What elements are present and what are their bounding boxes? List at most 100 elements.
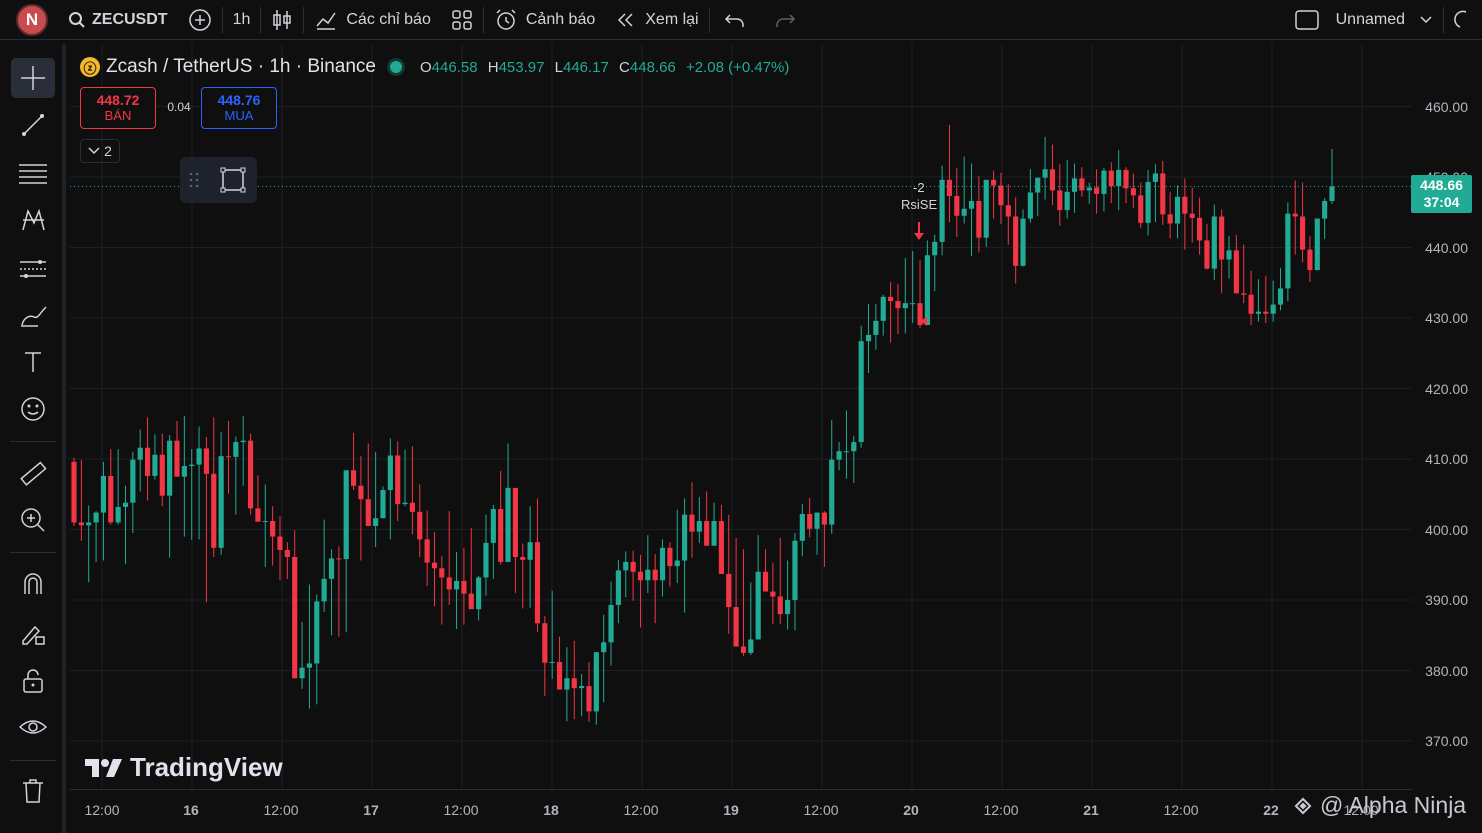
candlestick-chart[interactable] — [70, 44, 1412, 789]
indicators-button[interactable]: Các chỉ báo — [304, 0, 441, 40]
candle-body — [1189, 213, 1195, 218]
last-price-value: 448.66 — [1420, 177, 1463, 193]
price-axis[interactable]: 460.00 450.00 440.00 430.00 420.00 410.0… — [1412, 44, 1482, 789]
user-avatar[interactable]: N — [16, 3, 48, 36]
candle-body — [829, 459, 835, 525]
candle — [189, 449, 195, 541]
candle-body — [203, 448, 209, 474]
tradingview-logo[interactable]: TradingView — [84, 752, 283, 783]
candle-body — [696, 521, 702, 532]
chart-type-button[interactable] — [261, 0, 303, 40]
hide-drawings-tool[interactable] — [11, 707, 55, 747]
candle — [1204, 224, 1210, 270]
alerts-button[interactable]: Cảnh báo — [484, 0, 605, 40]
candle — [895, 284, 901, 335]
emoji-tool[interactable] — [11, 389, 55, 429]
candle — [961, 156, 967, 224]
candle — [1189, 187, 1195, 243]
candle — [1270, 280, 1276, 322]
candle — [991, 170, 997, 219]
legend-title[interactable]: Zcash / TetherUS · 1h · Binance — [106, 56, 376, 78]
replay-button[interactable]: Xem lại — [605, 0, 708, 40]
candle-body — [1219, 216, 1225, 260]
candle — [1057, 164, 1063, 226]
undo-button[interactable] — [710, 0, 760, 40]
candle-body — [843, 451, 850, 453]
candle-body — [1270, 304, 1276, 314]
lock-all-tool[interactable] — [11, 661, 55, 701]
candle — [247, 433, 254, 515]
candle-body — [1299, 216, 1306, 250]
candle — [1064, 160, 1070, 219]
candle-body — [1086, 187, 1092, 191]
symbol-search-button[interactable]: ZECUSDT — [58, 0, 178, 40]
magnet-tool[interactable] — [11, 564, 55, 604]
chart-pane[interactable] — [70, 44, 1412, 789]
sell-label: BÁN — [104, 108, 132, 123]
bar-countdown: 37:04 — [1423, 194, 1460, 210]
brush-tool[interactable] — [11, 295, 55, 335]
measure-tool[interactable] — [11, 454, 55, 494]
candle — [431, 532, 438, 607]
interval-button[interactable]: 1h — [223, 0, 261, 40]
partial-search-icon — [1454, 10, 1467, 28]
redo-button[interactable] — [760, 0, 810, 40]
candle-body — [991, 179, 997, 186]
compare-symbol-button[interactable] — [178, 0, 222, 40]
candle-body — [1094, 187, 1100, 194]
indicators-label: Các chỉ báo — [346, 10, 431, 28]
candle-body — [1277, 288, 1284, 305]
candle-body — [1013, 216, 1019, 266]
candle-body — [998, 185, 1004, 206]
candle-body — [726, 573, 732, 608]
candle — [468, 528, 474, 610]
candle — [409, 446, 415, 535]
candle-body — [284, 549, 290, 557]
candle — [1108, 162, 1114, 204]
collapse-indicators-button[interactable]: 2 — [80, 139, 120, 163]
price-label: 380.00 — [1425, 663, 1468, 679]
prediction-tool[interactable] — [11, 248, 55, 288]
grid-icon — [452, 9, 472, 30]
candle-body — [490, 509, 496, 543]
pattern-tool[interactable] — [11, 200, 55, 240]
candle — [696, 497, 702, 543]
candle — [858, 325, 864, 448]
zoom-tool[interactable] — [11, 500, 55, 540]
spread-value: 0.04 — [167, 100, 191, 114]
templates-button[interactable] — [441, 0, 483, 40]
signal-value: -2 — [913, 180, 925, 195]
candle — [1130, 173, 1136, 209]
market-open-indicator — [390, 61, 402, 73]
tool-separator — [10, 760, 56, 761]
sell-button[interactable]: 448.72 BÁN — [80, 87, 156, 129]
time-axis[interactable]: 12:00 16 12:00 17 12:00 18 12:00 19 12:0… — [70, 789, 1412, 833]
candle-body — [527, 542, 533, 560]
fib-tool[interactable] — [11, 153, 55, 193]
text-tool[interactable] — [11, 342, 55, 382]
select-rectangle-icon[interactable] — [218, 165, 248, 195]
candle-body — [836, 451, 842, 460]
candle — [807, 497, 813, 538]
layout-menu-button[interactable]: Unnamed — [1284, 0, 1443, 40]
lock-drawings-tool[interactable] — [11, 613, 55, 653]
candle-body — [807, 513, 813, 529]
candle-body — [78, 522, 84, 526]
buy-button[interactable]: 448.76 MUA — [201, 87, 277, 129]
candle-body — [167, 440, 173, 496]
candle-body — [380, 490, 386, 519]
quick-search-button[interactable] — [1444, 0, 1482, 40]
trend-line-tool[interactable] — [11, 105, 55, 145]
drag-handle-icon[interactable] — [188, 170, 200, 190]
candle-body — [814, 512, 820, 529]
candle-body — [674, 560, 680, 567]
trash-icon — [23, 779, 43, 803]
crosshair-tool[interactable] — [11, 58, 55, 98]
time-label: 21 — [1083, 802, 1099, 818]
candle — [785, 560, 791, 630]
candle-body — [637, 571, 644, 581]
candle — [740, 549, 747, 656]
candle — [358, 456, 364, 561]
remove-drawings-tool[interactable] — [11, 771, 55, 811]
candle-body — [946, 179, 953, 197]
